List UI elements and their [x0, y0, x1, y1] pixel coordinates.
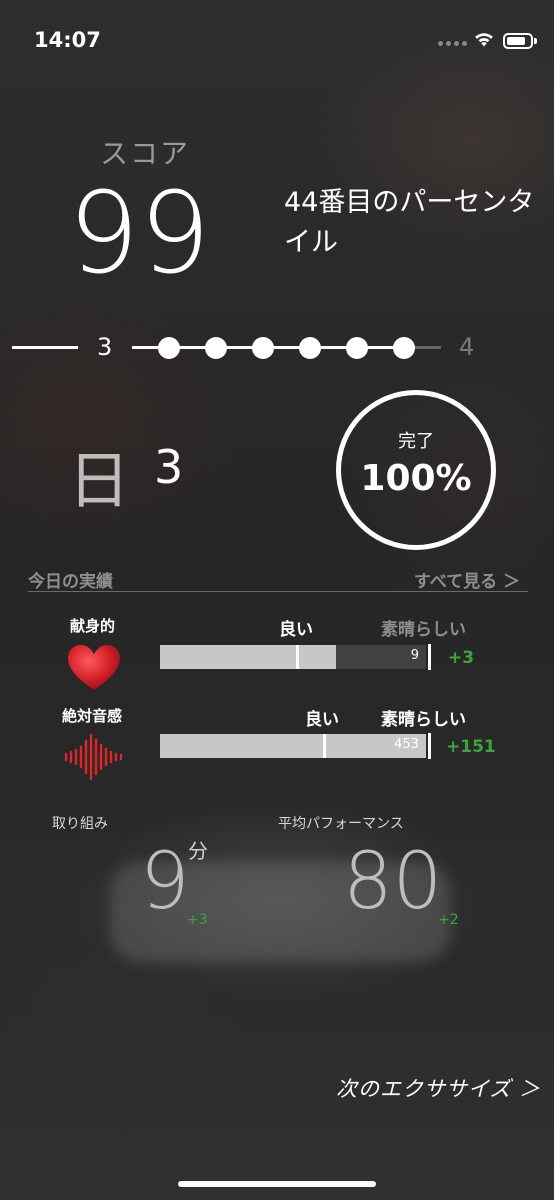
battery-icon [503, 33, 533, 49]
score-value: 99 [68, 169, 211, 299]
skill-bar-fill [160, 645, 336, 669]
avg-performance-delta: +2 [438, 912, 459, 928]
sound-wave-icon [64, 733, 123, 781]
avg-performance-label: 平均パフォーマンス [278, 816, 404, 832]
see-all-link[interactable]: すべて見る ＞ [414, 567, 520, 592]
level-dot [205, 337, 227, 359]
day-label: 日 [68, 444, 131, 517]
tier-good-label: 良い [279, 620, 313, 640]
completion-value: 100% [360, 458, 472, 499]
skill-name: 献身的 [70, 617, 116, 635]
score-label: スコア [100, 137, 191, 170]
battery-cap [534, 38, 537, 44]
level-dot [393, 337, 415, 359]
level-dot [252, 337, 274, 359]
level-dot [299, 337, 321, 359]
skill-progress-bar: 9 [160, 645, 426, 669]
level-next: 4 [459, 333, 475, 361]
skill-bar-end [428, 644, 431, 670]
engagement-unit: 分 [188, 839, 208, 863]
percentile-text: 44番目のパーセンタイル [284, 187, 535, 258]
heart-icon [68, 645, 120, 690]
screen: 14:07 スコア 99 44番目のパーセンタイル 3 4 日 3 完了 100… [0, 0, 554, 1200]
day-value: 3 [154, 440, 184, 494]
skill-name: 絶対音感 [62, 707, 123, 725]
skill-progress-bar: 453 [160, 734, 426, 758]
level-line-completed [12, 346, 78, 349]
home-indicator[interactable] [178, 1181, 376, 1187]
completion-label: 完了 [398, 431, 434, 452]
tier-great-label: 素晴らしい [381, 620, 466, 640]
achievements-title: 今日の実績 [28, 572, 113, 592]
wifi-icon [475, 33, 493, 47]
level-current: 3 [97, 333, 113, 361]
cellular-signal-icon [438, 41, 468, 47]
skill-delta: +151 [446, 737, 496, 757]
tier-great-label: 素晴らしい [381, 710, 466, 730]
avg-performance-value: 80 [343, 837, 443, 927]
tier-good-label: 良い [305, 710, 339, 730]
skill-bar-end [428, 733, 431, 759]
skill-bar-threshold [323, 734, 326, 758]
level-dot [158, 337, 180, 359]
skill-value: 453 [394, 737, 419, 752]
level-dot [346, 337, 368, 359]
skill-bar-threshold [296, 645, 299, 669]
engagement-label: 取り組み [52, 816, 108, 832]
engagement-value: 9 [140, 837, 190, 927]
engagement-delta: +3 [187, 912, 208, 928]
status-time: 14:07 [34, 28, 101, 52]
skill-value: 9 [410, 648, 419, 663]
next-exercise-link[interactable]: 次のエクササイズ ＞ [336, 1073, 541, 1103]
skill-delta: +3 [448, 648, 475, 668]
section-divider [28, 591, 528, 592]
